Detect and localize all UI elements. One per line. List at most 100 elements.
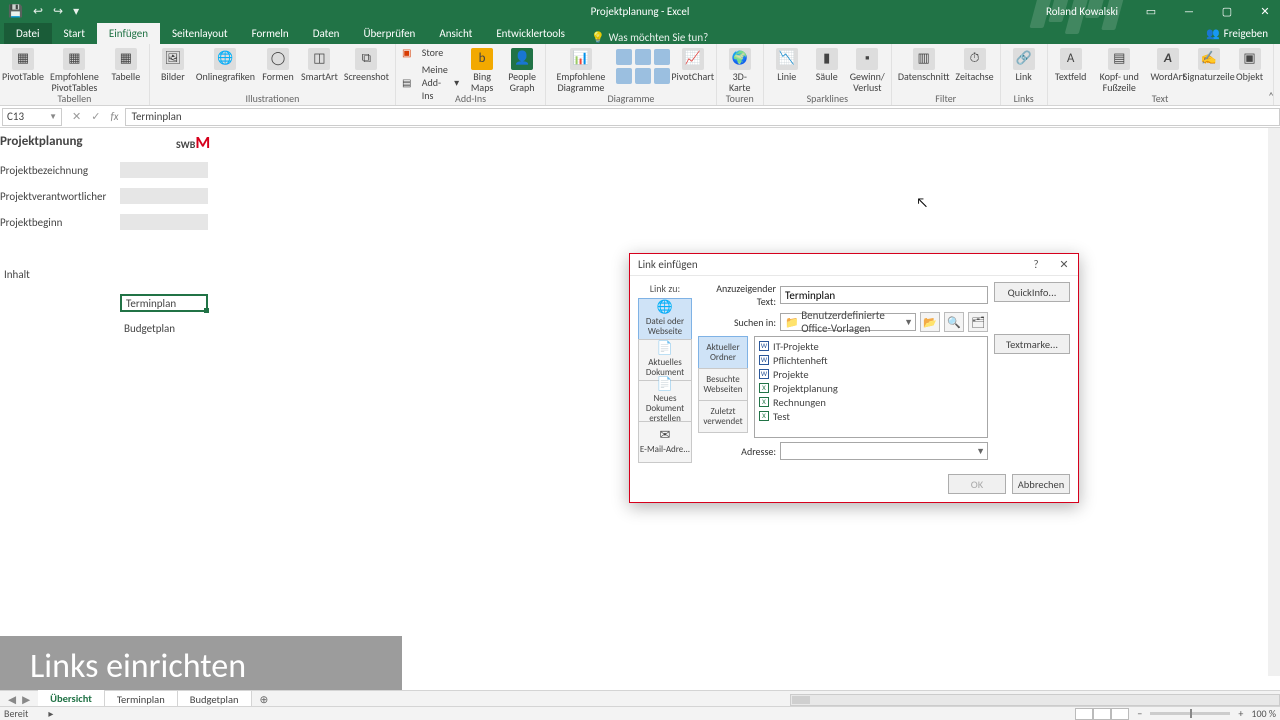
file-list[interactable]: WIT-Projekte WPflichtenheft WProjekte XP… — [754, 336, 988, 438]
group-diagramme: Diagramme — [552, 92, 710, 105]
pivotchart-button[interactable]: 📈PivotChart — [676, 46, 710, 82]
display-text-input[interactable] — [780, 286, 988, 304]
file-item[interactable]: WIT-Projekte — [759, 339, 983, 353]
textmarke-button[interactable]: Textmarke... — [994, 334, 1070, 354]
group-addins: Add-Ins — [402, 92, 539, 105]
file-item[interactable]: XRechnungen — [759, 395, 983, 409]
tab-file[interactable]: Datei — [4, 23, 52, 44]
browse-file-button[interactable]: 🗂 — [968, 312, 988, 332]
collapse-ribbon-icon[interactable]: ˄ — [1268, 90, 1274, 103]
caption-banner: Links einrichten — [0, 636, 402, 696]
macro-record-icon[interactable]: ▸ — [48, 707, 53, 720]
pivottable-button[interactable]: ▦PivotTable — [6, 46, 40, 82]
add-sheet-button[interactable]: ⊕ — [252, 693, 277, 706]
zoom-in-icon[interactable]: + — [1238, 707, 1243, 720]
browse-web-button[interactable]: 🔍 — [944, 312, 964, 332]
file-item[interactable]: WPflichtenheft — [759, 353, 983, 367]
browse-current-folder[interactable]: Aktueller Ordner — [698, 336, 748, 369]
link-button[interactable]: 🔗Link — [1007, 46, 1041, 82]
tab-entwickler[interactable]: Entwicklertools — [484, 23, 577, 44]
maximize-icon[interactable]: ▢ — [1212, 0, 1242, 22]
slicer-button[interactable]: ▥Datenschnitt — [898, 46, 950, 82]
recommended-charts-button[interactable]: 📊Empfohlene Diagramme — [552, 46, 610, 93]
tab-ansicht[interactable]: Ansicht — [427, 23, 484, 44]
search-in-combo[interactable]: 📁 Benutzerdefinierte Office-Vorlagen▼ — [780, 313, 916, 331]
field-projektbeginn: Projektbeginn — [0, 214, 208, 230]
sparkline-line-button[interactable]: 📉Linie — [770, 46, 804, 82]
quickinfo-button[interactable]: QuickInfo... — [994, 282, 1070, 302]
tab-formeln[interactable]: Formeln — [240, 23, 301, 44]
tab-prev-icon[interactable]: ◀ — [8, 693, 16, 706]
dialog-help-icon[interactable]: ? — [1022, 258, 1050, 271]
formula-input[interactable]: Terminplan — [125, 108, 1280, 126]
zoom-out-icon[interactable]: − — [1137, 707, 1142, 720]
close-icon[interactable]: ✕ — [1250, 0, 1280, 22]
fx-icon[interactable]: fx — [110, 110, 124, 123]
signature-button[interactable]: ✍Signaturzeile — [1191, 46, 1227, 82]
online-pictures-button[interactable]: 🌐Onlinegrafiken — [196, 46, 255, 82]
zoom-slider[interactable] — [1150, 712, 1230, 715]
undo-icon[interactable]: ↩ — [33, 4, 43, 19]
tab-daten[interactable]: Daten — [301, 23, 352, 44]
tab-start[interactable]: Start — [52, 23, 97, 44]
tell-me[interactable]: 💡Was möchten Sie tun? — [591, 31, 708, 44]
input-projektverantwortlicher[interactable] — [120, 188, 208, 204]
ok-button[interactable]: OK — [948, 474, 1006, 494]
3d-map-button[interactable]: 🌍3D- Karte — [723, 46, 757, 93]
horizontal-scrollbar[interactable] — [790, 694, 1280, 706]
textbox-button[interactable]: ATextfeld — [1054, 46, 1088, 82]
zoom-level[interactable]: 100 % — [1251, 707, 1276, 720]
file-item[interactable]: WProjekte — [759, 367, 983, 381]
sparkline-winloss-button[interactable]: ▪Gewinn/ Verlust — [850, 46, 885, 93]
store-button[interactable]: ▣ Store — [402, 46, 459, 59]
selected-cell[interactable]: Terminplan — [120, 294, 208, 312]
wordart-button[interactable]: AWordArt — [1151, 46, 1185, 82]
linkto-file-web[interactable]: 🌐Datei oder Webseite — [638, 298, 692, 340]
dialog-close-icon[interactable]: ✕ — [1050, 258, 1078, 271]
timeline-button[interactable]: ⏱Zeitachse — [955, 46, 993, 82]
object-button[interactable]: ▣Objekt — [1233, 46, 1267, 82]
cancel-formula-icon[interactable]: ✕ — [72, 110, 81, 123]
shapes-button[interactable]: ◯Formen — [261, 46, 295, 82]
address-input[interactable]: ▼ — [780, 442, 988, 460]
address-label: Adresse: — [698, 445, 776, 458]
chart-gallery[interactable] — [616, 46, 670, 84]
browse-recent[interactable]: Zuletzt verwendet — [698, 400, 748, 433]
linkto-new-doc[interactable]: 📄Neues Dokument erstellen — [638, 380, 692, 422]
ribbon-options-icon[interactable]: ▭ — [1136, 0, 1166, 22]
view-buttons[interactable] — [1075, 708, 1129, 720]
tab-einfuegen[interactable]: Einfügen — [97, 23, 160, 44]
input-projektbeginn[interactable] — [120, 214, 208, 230]
linkto-email[interactable]: ✉E-Mail-Adre... — [638, 421, 692, 463]
bing-maps-button[interactable]: bBing Maps — [465, 46, 499, 93]
redo-icon[interactable]: ↪ — [53, 4, 63, 19]
tab-next-icon[interactable]: ▶ — [22, 693, 30, 706]
recommended-pivot-button[interactable]: ▦Empfohlene PivotTables — [46, 46, 103, 93]
screenshot-button[interactable]: ⧉Screenshot — [344, 46, 389, 82]
name-box[interactable]: C13▼ — [2, 108, 62, 126]
tab-ueberpruefen[interactable]: Überprüfen — [351, 23, 427, 44]
header-footer-button[interactable]: ▤Kopf- und Fußzeile — [1094, 46, 1145, 93]
sparkline-column-button[interactable]: ▮Säule — [810, 46, 844, 82]
enter-formula-icon[interactable]: ✓ — [91, 110, 100, 123]
linkto-current-doc[interactable]: 📄Aktuelles Dokument — [638, 339, 692, 381]
file-item[interactable]: XTest — [759, 409, 983, 423]
qat-more-icon[interactable]: ▾ — [73, 4, 79, 19]
share-button[interactable]: 👥Freigeben — [1194, 23, 1280, 44]
browse-visited-pages[interactable]: Besuchte Webseiten — [698, 368, 748, 401]
file-item[interactable]: XProjektplanung — [759, 381, 983, 395]
cell-budgetplan[interactable]: Budgetplan — [120, 322, 175, 335]
up-folder-button[interactable]: 📂 — [920, 312, 940, 332]
smartart-button[interactable]: ◫SmartArt — [301, 46, 338, 82]
input-projektbezeichnung[interactable] — [120, 162, 208, 178]
table-button[interactable]: ▦Tabelle — [109, 46, 143, 82]
save-icon[interactable]: 💾 — [8, 4, 23, 19]
formula-bar: C13▼ ✕ ✓ fx Terminplan — [0, 106, 1280, 128]
minimize-icon[interactable]: — — [1174, 0, 1204, 22]
cancel-button[interactable]: Abbrechen — [1012, 474, 1070, 494]
tab-seitenlayout[interactable]: Seitenlayout — [160, 23, 240, 44]
document-icon: 📄 — [657, 342, 673, 356]
pictures-button[interactable]: 🖼Bilder — [156, 46, 190, 82]
group-text: Text — [1054, 92, 1267, 105]
people-graph-button[interactable]: 👤People Graph — [505, 46, 539, 93]
